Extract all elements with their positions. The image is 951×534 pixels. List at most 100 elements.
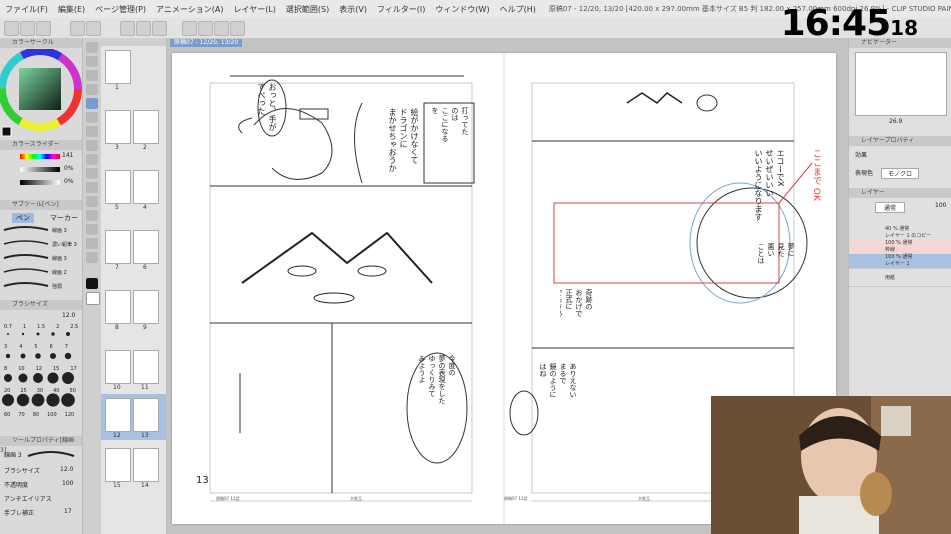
marker-tab[interactable]: マーカー bbox=[50, 213, 78, 223]
blend-mode-select[interactable]: 通常 bbox=[875, 202, 906, 213]
page-thumb-15[interactable] bbox=[105, 448, 131, 482]
page-thumb-5[interactable] bbox=[105, 170, 131, 204]
menu-page[interactable]: ページ管理(P) bbox=[90, 4, 151, 15]
bottom-left-text: ありえない まるで 鏡のように はね bbox=[539, 363, 577, 398]
menu-filter[interactable]: フィルター(I) bbox=[372, 4, 430, 15]
page-thumb-3[interactable] bbox=[105, 110, 131, 144]
snap-grid-button[interactable] bbox=[198, 21, 213, 36]
page-label-10: 10 bbox=[113, 384, 121, 391]
eraser-tool-icon[interactable] bbox=[86, 140, 98, 151]
page-thumb-2[interactable] bbox=[133, 110, 159, 144]
snap-button[interactable] bbox=[230, 21, 245, 36]
frame-tool-icon[interactable] bbox=[86, 196, 98, 207]
page-label-13: 13 bbox=[141, 432, 149, 439]
saturation-slider[interactable] bbox=[20, 167, 60, 172]
page-thumb-8[interactable] bbox=[105, 290, 131, 324]
anti-alias-label: アンチエイリアス bbox=[4, 496, 52, 503]
tool-strip bbox=[83, 38, 102, 534]
figure-tool-icon[interactable] bbox=[86, 182, 98, 193]
brush-tool-icon[interactable] bbox=[86, 126, 98, 137]
margin-note: ここまで OK bbox=[811, 149, 821, 201]
move-tool-icon[interactable] bbox=[86, 56, 98, 67]
document-tab[interactable]: 原稿07 - 12/20, 13/20 bbox=[170, 39, 243, 47]
redo-button[interactable] bbox=[86, 21, 101, 36]
ruler-tool-icon[interactable] bbox=[86, 210, 98, 221]
gradient-tool-icon[interactable] bbox=[86, 168, 98, 179]
left-panel: カラーサークル カラースライダー 141 0% 0% サブツール[ペン] ペン … bbox=[0, 38, 83, 534]
layer-row-3[interactable]: 100 % 通常 レイヤー 1 bbox=[849, 254, 951, 269]
sub-tool-header: サブツール[ペン] bbox=[0, 200, 82, 210]
page-thumb-4[interactable] bbox=[133, 170, 159, 204]
menu-view[interactable]: 表示(V) bbox=[334, 4, 372, 15]
page-thumb-12[interactable] bbox=[105, 398, 131, 432]
value-slider[interactable] bbox=[20, 180, 60, 185]
fill-tool-icon[interactable] bbox=[86, 154, 98, 165]
menu-window[interactable]: ウィンドウ(W) bbox=[430, 4, 494, 15]
open-button[interactable] bbox=[20, 21, 35, 36]
undo-button[interactable] bbox=[70, 21, 85, 36]
layer-opacity[interactable]: 100 bbox=[935, 202, 946, 209]
page-thumb-7[interactable] bbox=[105, 230, 131, 264]
menu-file[interactable]: ファイル(F) bbox=[0, 4, 53, 15]
page-thumb-13[interactable] bbox=[133, 398, 159, 432]
brush-name-1[interactable]: 線画 3 bbox=[52, 227, 67, 234]
pencil-tool-icon[interactable] bbox=[86, 112, 98, 123]
opacity-label: 不透明度 bbox=[4, 482, 29, 489]
menu-layer[interactable]: レイヤー(L) bbox=[228, 4, 280, 15]
menu-edit[interactable]: 編集(E) bbox=[53, 4, 90, 15]
page-thumb-14[interactable] bbox=[133, 448, 159, 482]
page-thumb-1[interactable] bbox=[105, 50, 131, 84]
webcam-overlay bbox=[711, 396, 951, 534]
brush-name-2[interactable]: 濃い鉛筆 3 bbox=[52, 241, 77, 248]
page-thumb-6[interactable] bbox=[133, 230, 159, 264]
size-row-5[interactable]: 60 70 80 100 120 bbox=[4, 412, 82, 418]
expression-label: 表現色 bbox=[855, 170, 874, 177]
navigator-preview[interactable] bbox=[855, 52, 947, 116]
main-color-swatch[interactable] bbox=[86, 278, 98, 289]
balloon-tool-icon[interactable] bbox=[86, 238, 98, 249]
brush-name-3[interactable]: 線画 3 bbox=[52, 255, 67, 262]
fill-button[interactable] bbox=[152, 21, 167, 36]
page-number: 13 bbox=[196, 475, 209, 486]
pen-tool-icon[interactable] bbox=[86, 98, 98, 109]
opacity-value[interactable]: 100 bbox=[62, 480, 73, 487]
page-label-3: 3 bbox=[115, 144, 119, 151]
zoom-tool-icon[interactable] bbox=[86, 42, 98, 53]
sub-color-swatch[interactable] bbox=[86, 292, 100, 305]
expression-select[interactable]: モノクロ bbox=[881, 168, 920, 179]
menu-animation[interactable]: アニメーション(A) bbox=[151, 4, 228, 15]
clear-button[interactable] bbox=[120, 21, 135, 36]
navigator-header: ナビゲーター bbox=[849, 38, 951, 48]
transform-button[interactable] bbox=[136, 21, 151, 36]
layer-header: レイヤー bbox=[849, 188, 951, 198]
snap-special-button[interactable] bbox=[214, 21, 229, 36]
operation-tool-icon[interactable] bbox=[86, 70, 98, 81]
color-wheel[interactable] bbox=[0, 49, 82, 139]
page-label-14: 14 bbox=[141, 482, 149, 489]
pen-tab[interactable]: ペン bbox=[12, 213, 34, 223]
stabilization-value[interactable]: 17 bbox=[64, 508, 72, 515]
brush-size-prop-value[interactable]: 12.0 bbox=[60, 466, 73, 473]
hue-slider[interactable] bbox=[20, 154, 60, 159]
layer-row-1[interactable]: 40 % 通常 レイヤー 1 のコピー bbox=[849, 226, 951, 241]
bubble-text-2: 絵がかけなくて ドラゴンに まかせちゃおうか bbox=[388, 108, 419, 172]
page-thumb-9[interactable] bbox=[133, 290, 159, 324]
snap-ruler-button[interactable] bbox=[182, 21, 197, 36]
save-button[interactable] bbox=[36, 21, 51, 36]
layer-row-2[interactable]: 100 % 通常 枠線 bbox=[849, 240, 951, 255]
brush-name-4[interactable]: 線画 2 bbox=[52, 269, 67, 276]
menu-help[interactable]: ヘルプ(H) bbox=[495, 4, 541, 15]
new-file-button[interactable] bbox=[4, 21, 19, 36]
page-label-5: 5 bbox=[115, 204, 119, 211]
zoom-value[interactable]: 26.9 bbox=[889, 118, 902, 125]
page-thumb-11[interactable] bbox=[133, 350, 159, 384]
stabilization-label: 手ブレ補正 bbox=[4, 510, 35, 517]
tool-property-brush: 線画 3 bbox=[4, 452, 22, 459]
menu-selection[interactable]: 選択範囲(S) bbox=[281, 4, 334, 15]
page-thumb-10[interactable] bbox=[105, 350, 131, 384]
selection-tool-icon[interactable] bbox=[86, 84, 98, 95]
brush-name-5[interactable]: 強弱 bbox=[52, 283, 62, 290]
layer-row-4[interactable]: 用紙 bbox=[849, 272, 951, 287]
text-tool-icon[interactable] bbox=[86, 224, 98, 235]
correct-line-tool-icon[interactable] bbox=[86, 252, 98, 263]
